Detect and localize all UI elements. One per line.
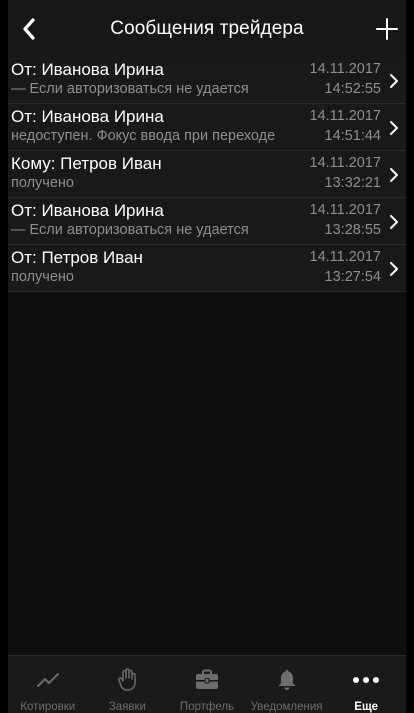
chevron-right-icon bbox=[390, 74, 398, 88]
message-title: От: Иванова Ирина bbox=[11, 107, 164, 126]
chevron-right-icon bbox=[390, 215, 398, 229]
tab-notifications[interactable]: Уведомления bbox=[247, 656, 327, 713]
message-time: 13:27:54 bbox=[324, 269, 381, 285]
chart-line-icon bbox=[36, 673, 59, 687]
chevron-left-icon bbox=[23, 18, 35, 40]
tab-orders[interactable]: Заявки bbox=[88, 656, 168, 713]
briefcase-icon bbox=[195, 669, 218, 689]
message-row[interactable]: От: Иванова Ирина — Если авторизоваться … bbox=[8, 198, 406, 245]
message-preview: — Если авторизоваться не удается bbox=[11, 81, 249, 97]
more-dots-icon bbox=[353, 677, 380, 683]
tab-label: Заявки bbox=[108, 701, 146, 713]
message-date: 14.11.2017 bbox=[309, 202, 382, 218]
plus-icon bbox=[376, 18, 398, 40]
tab-quotes[interactable]: Котировки bbox=[8, 656, 88, 713]
message-time: 14:52:55 bbox=[324, 81, 381, 97]
chevron-right-icon bbox=[390, 262, 398, 276]
navigation-bar: Сообщения трейдера bbox=[8, 0, 406, 57]
screen: Сообщения трейдера От: Иванова Ирина — Е… bbox=[0, 0, 414, 713]
message-preview: получено bbox=[11, 269, 74, 285]
message-row[interactable]: От: Иванова Ирина недоступен. Фокус ввод… bbox=[8, 104, 406, 151]
message-title: От: Петров Иван bbox=[11, 248, 143, 267]
message-title: От: Иванова Ирина bbox=[11, 201, 164, 220]
message-list: От: Иванова Ирина — Если авторизоваться … bbox=[8, 57, 406, 292]
chevron-right-icon bbox=[390, 168, 398, 182]
message-preview: — Если авторизоваться не удается bbox=[11, 222, 249, 238]
tab-label: Портфель bbox=[179, 701, 235, 713]
tab-label: Котировки bbox=[20, 701, 76, 713]
page-title: Сообщения трейдера bbox=[110, 18, 304, 39]
chevron-right-icon bbox=[390, 121, 398, 135]
message-preview: получено bbox=[11, 175, 74, 191]
hand-icon bbox=[118, 668, 137, 691]
tab-more[interactable]: Еще bbox=[326, 656, 406, 713]
back-button[interactable] bbox=[14, 14, 44, 44]
tab-label: Уведомления bbox=[250, 701, 323, 713]
message-preview: недоступен. Фокус ввода при переходе bbox=[11, 128, 276, 144]
tab-bar: Котировки Заявки Портфель Уведомления Ещ… bbox=[8, 655, 406, 713]
message-row[interactable]: От: Петров Иван получено 14.11.2017 13:2… bbox=[8, 245, 406, 292]
tab-label: Еще bbox=[354, 701, 379, 713]
message-title: От: Иванова Ирина bbox=[11, 60, 164, 79]
message-date: 14.11.2017 bbox=[309, 108, 382, 124]
message-time: 14:51:44 bbox=[324, 128, 381, 144]
message-row[interactable]: Кому: Петров Иван получено 14.11.2017 13… bbox=[8, 151, 406, 198]
bell-icon bbox=[278, 670, 296, 690]
message-row[interactable]: От: Иванова Ирина — Если авторизоваться … bbox=[8, 57, 406, 104]
message-title: Кому: Петров Иван bbox=[11, 154, 162, 173]
message-date: 14.11.2017 bbox=[309, 155, 382, 171]
tab-portfolio[interactable]: Портфель bbox=[167, 656, 247, 713]
message-date: 14.11.2017 bbox=[309, 249, 382, 265]
message-time: 13:32:21 bbox=[324, 175, 381, 191]
message-time: 13:28:55 bbox=[324, 222, 381, 238]
message-date: 14.11.2017 bbox=[309, 61, 382, 77]
add-message-button[interactable] bbox=[372, 14, 402, 44]
